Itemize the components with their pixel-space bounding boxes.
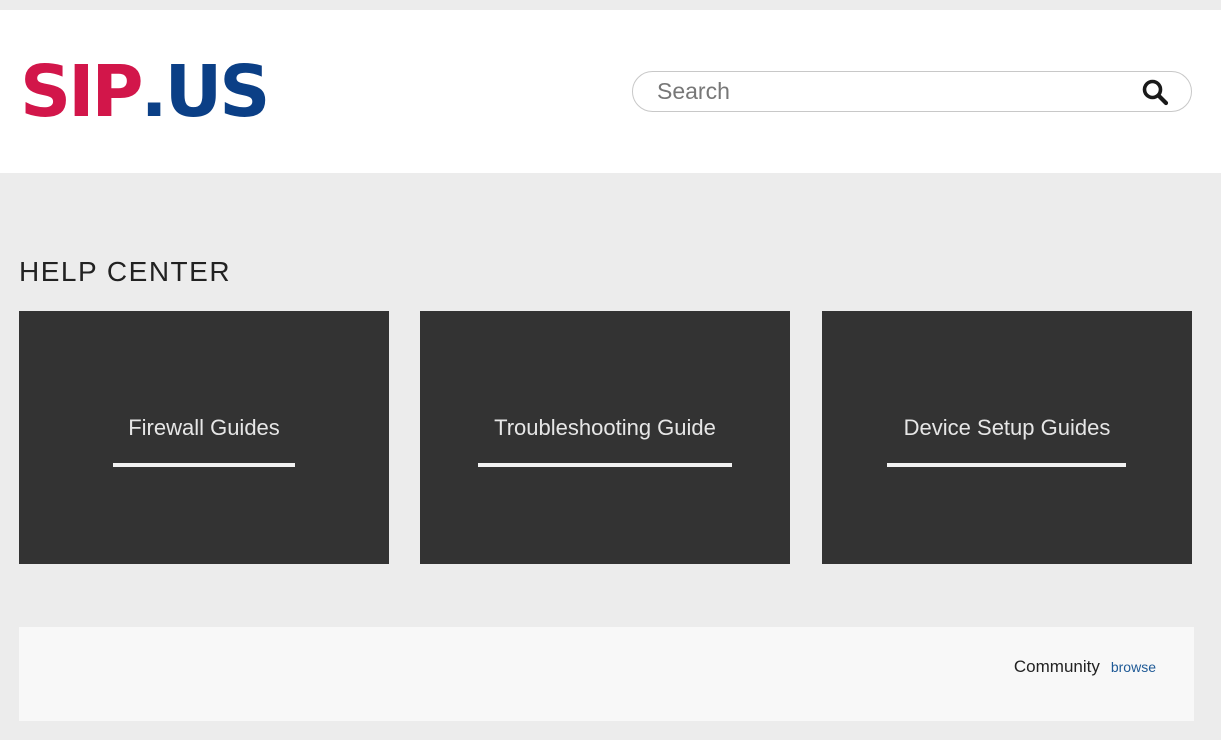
card-label: Device Setup Guides (903, 415, 1111, 440)
card-label: Firewall Guides (128, 415, 280, 440)
category-card-device-setup-guides[interactable]: Device Setup Guides (822, 311, 1192, 564)
card-label: Troubleshooting Guide (494, 415, 716, 440)
card-underline (113, 463, 295, 467)
card-underline (887, 463, 1126, 467)
page-title: HELP CENTER (19, 256, 232, 287)
logo-part-sip: SIP (20, 49, 144, 133)
community-heading: Community (1013, 657, 1100, 676)
logo-part-us: .US (140, 49, 271, 133)
community-panel: Community browse (19, 627, 1194, 721)
site-header: SIP .US (0, 10, 1221, 173)
community-section: Community browse (1014, 657, 1156, 677)
category-card-firewall-guides[interactable]: Firewall Guides (19, 311, 389, 564)
community-browse-link[interactable]: browse (1111, 659, 1156, 675)
search-bar (632, 71, 1192, 112)
top-strip (0, 0, 1221, 10)
search-input[interactable] (657, 72, 1127, 111)
site-logo[interactable]: SIP .US (20, 46, 271, 136)
category-card-troubleshooting-guide[interactable]: Troubleshooting Guide (420, 311, 790, 564)
search-icon[interactable] (1141, 78, 1171, 106)
card-underline (478, 463, 732, 467)
